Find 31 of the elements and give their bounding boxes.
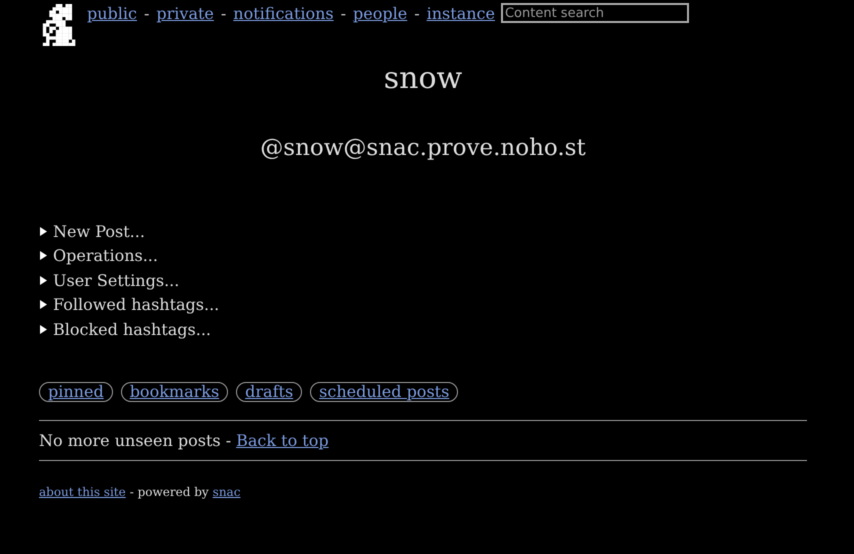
profile-handle: @snow@snac.prove.noho.st [259,135,587,161]
nav-separator: - [340,4,346,22]
nav-separator: - [220,4,226,22]
footer-link[interactable]: snac [212,484,240,498]
footer-link[interactable]: about this site [39,484,126,498]
filter-link[interactable]: drafts [236,382,302,402]
nav-link[interactable]: people [353,4,408,22]
expand-triangle-icon [39,226,48,236]
search-field[interactable]: Content search [500,3,689,23]
nav-link[interactable]: private [156,4,214,22]
expand-triangle-icon [39,276,48,285]
filter-link[interactable]: pinned [39,382,113,402]
nav-link[interactable]: instance [426,4,495,22]
back-to-top-link[interactable]: Back to top [236,430,329,450]
section-toggle[interactable]: New Post... [39,219,145,244]
nav-separator: - [144,4,150,22]
section-toggle[interactable]: Followed hashtags... [39,292,220,317]
section-toggle[interactable]: Blocked hashtags... [39,317,211,342]
footer-text: - powered by [130,484,209,498]
nav-link[interactable]: notifications [233,4,334,22]
nav-separator: - [414,4,420,22]
profile-name: snow [382,61,464,97]
expand-triangle-icon [39,324,48,334]
nav-link[interactable]: public [87,4,137,22]
expand-triangle-icon [39,251,48,260]
section-toggle[interactable]: User Settings... [39,268,180,292]
filter-link[interactable]: bookmarks [120,382,228,402]
status-text: No more unseen posts - [39,430,232,450]
expand-triangle-icon [39,300,48,310]
filter-link[interactable]: scheduled posts [310,382,458,402]
section-toggle[interactable]: Operations... [39,244,158,268]
